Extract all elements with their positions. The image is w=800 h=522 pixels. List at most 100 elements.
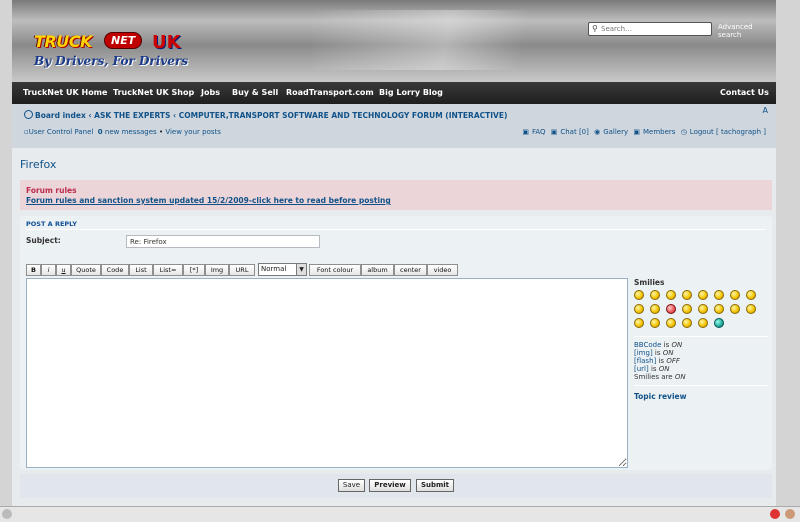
smiley-icon[interactable] [730, 304, 740, 314]
quote-button[interactable]: Quote [71, 264, 101, 276]
forum-rules-link[interactable]: Forum rules and sanction system updated … [26, 196, 391, 205]
main-nav: TruckNet UK Home TruckNet UK Shop Jobs B… [12, 82, 776, 104]
nav-item-home[interactable]: TruckNet UK Home [23, 88, 107, 97]
logo-truck-text: TRUCK [34, 32, 92, 51]
list-button[interactable]: List [129, 264, 153, 276]
save-button[interactable]: Save [338, 479, 365, 492]
gallery-link[interactable]: Gallery [603, 128, 628, 136]
smiley-icon[interactable] [730, 290, 740, 300]
adblock-icon[interactable] [770, 509, 780, 519]
img-button[interactable]: Img [205, 264, 229, 276]
smiley-icon[interactable] [698, 304, 708, 314]
subject-input[interactable] [126, 235, 320, 248]
nav-item-jobs[interactable]: Jobs [201, 88, 220, 97]
new-messages-count: 0 [97, 128, 103, 136]
font-size-select[interactable]: Normal ▼ [258, 263, 307, 276]
nav-item-buy-sell[interactable]: Buy & Sell [232, 88, 278, 97]
smiley-icon[interactable] [634, 290, 644, 300]
smiley-icon[interactable] [666, 318, 676, 328]
nav-item-contact[interactable]: Contact Us [720, 88, 769, 97]
smiley-icon[interactable] [666, 290, 676, 300]
bbcode-status-key[interactable]: BBCode [634, 341, 661, 349]
submit-buttons-row: Save Preview Submit [20, 474, 772, 498]
center-button[interactable]: center [394, 264, 427, 276]
addon-icon[interactable] [785, 509, 795, 519]
site-logo[interactable]: TRUCK NET UK By Drivers, For Drivers [34, 30, 194, 76]
smiley-icon[interactable] [634, 304, 644, 314]
chat-icon: ▣ [550, 128, 558, 136]
breadcrumb-bar: Board index ‹ ASK THE EXPERTS ‹ COMPUTER… [12, 104, 776, 148]
smiley-icon[interactable] [698, 290, 708, 300]
smiley-icon[interactable] [682, 304, 692, 314]
bold-button[interactable]: B [26, 264, 41, 276]
post-reply-panel: POST A REPLY Subject: B i u Quote Code L… [20, 216, 772, 470]
smilies-grid [634, 290, 768, 332]
status-icon [2, 509, 12, 519]
page-title[interactable]: Firefox [20, 158, 56, 171]
url-button[interactable]: URL [229, 264, 255, 276]
status-verb: are [661, 373, 673, 381]
smiley-icon[interactable] [666, 304, 676, 314]
bbcode-status: BBCode is ON [img] is ON [flash] is OFF … [634, 341, 768, 381]
nav-item-roadtransport[interactable]: RoadTransport.com [286, 88, 374, 97]
logo-uk-flag: UK [152, 32, 181, 53]
breadcrumb-ask-experts[interactable]: ASK THE EXPERTS [94, 111, 170, 120]
preview-button[interactable]: Preview [369, 479, 411, 492]
user-bar-left: ▫User Control Panel 0 new messages • Vie… [24, 128, 221, 136]
font-colour-button[interactable]: Font colour [309, 264, 361, 276]
search-box[interactable]: ⚲ [588, 22, 712, 36]
faq-link[interactable]: FAQ [532, 128, 546, 136]
smiley-icon[interactable] [746, 290, 756, 300]
video-button[interactable]: video [427, 264, 458, 276]
smiley-icon[interactable] [682, 290, 692, 300]
smiley-icon[interactable] [698, 318, 708, 328]
advanced-search-link[interactable]: Advanced search [718, 23, 776, 39]
smiley-icon[interactable] [714, 304, 724, 314]
smiley-icon[interactable] [634, 318, 644, 328]
breadcrumb-forum[interactable]: COMPUTER,TRANSPORT SOFTWARE AND TECHNOLO… [179, 111, 508, 120]
forum-rules-box: Forum rules Forum rules and sanction sys… [20, 180, 772, 210]
smilies-label: Smilies [634, 278, 665, 287]
ucp-link[interactable]: User Control Panel [29, 128, 94, 136]
browser-status-bar [0, 506, 800, 522]
nav-item-shop[interactable]: TruckNet UK Shop [113, 88, 194, 97]
status-verb: is [650, 365, 657, 373]
code-button[interactable]: Code [101, 264, 129, 276]
nav-item-blog[interactable]: Big Lorry Blog [379, 88, 443, 97]
submit-button[interactable]: Submit [416, 479, 454, 492]
gallery-icon: ◉ [594, 128, 601, 136]
topic-review-link[interactable]: Topic review [634, 392, 768, 401]
faq-icon: ▣ [522, 128, 529, 136]
new-messages-link[interactable]: new messages [105, 128, 157, 136]
flash-status-key: [flash] [634, 357, 657, 365]
post-reply-heading: POST A REPLY [26, 220, 78, 228]
album-button[interactable]: album [361, 264, 394, 276]
smiley-icon[interactable] [650, 304, 660, 314]
breadcrumb-board-index[interactable]: Board index [35, 111, 86, 120]
smiley-icon[interactable] [650, 290, 660, 300]
smiley-icon[interactable] [682, 318, 692, 328]
bullet: • [158, 128, 164, 136]
breadcrumb: Board index ‹ ASK THE EXPERTS ‹ COMPUTER… [24, 110, 507, 120]
list-item-button[interactable]: [*] [183, 264, 205, 276]
site-header: TRUCK NET UK By Drivers, For Drivers ⚲ A… [12, 0, 776, 82]
divider [634, 385, 768, 386]
members-link[interactable]: Members [643, 128, 675, 136]
smiley-icon[interactable] [650, 318, 660, 328]
italic-button[interactable]: i [41, 264, 56, 276]
logout-link[interactable]: Logout [ tachograph ] [690, 128, 766, 136]
logo-net-text: NET [104, 32, 143, 49]
search-input[interactable] [601, 23, 706, 35]
chat-link[interactable]: Chat [0] [560, 128, 589, 136]
smiley-icon[interactable] [746, 304, 756, 314]
list-ordered-button[interactable]: List= [153, 264, 183, 276]
smiley-icon[interactable] [714, 290, 724, 300]
message-editor[interactable] [26, 278, 628, 468]
view-posts-link[interactable]: View your posts [165, 128, 221, 136]
smiley-icon[interactable] [714, 318, 724, 328]
underline-button[interactable]: u [56, 264, 71, 276]
logout-icon: ◷ [680, 128, 687, 136]
font-size-toggle-icon[interactable]: A [763, 106, 768, 115]
img-status-value: ON [662, 349, 674, 357]
breadcrumb-separator: ‹ [88, 111, 92, 120]
